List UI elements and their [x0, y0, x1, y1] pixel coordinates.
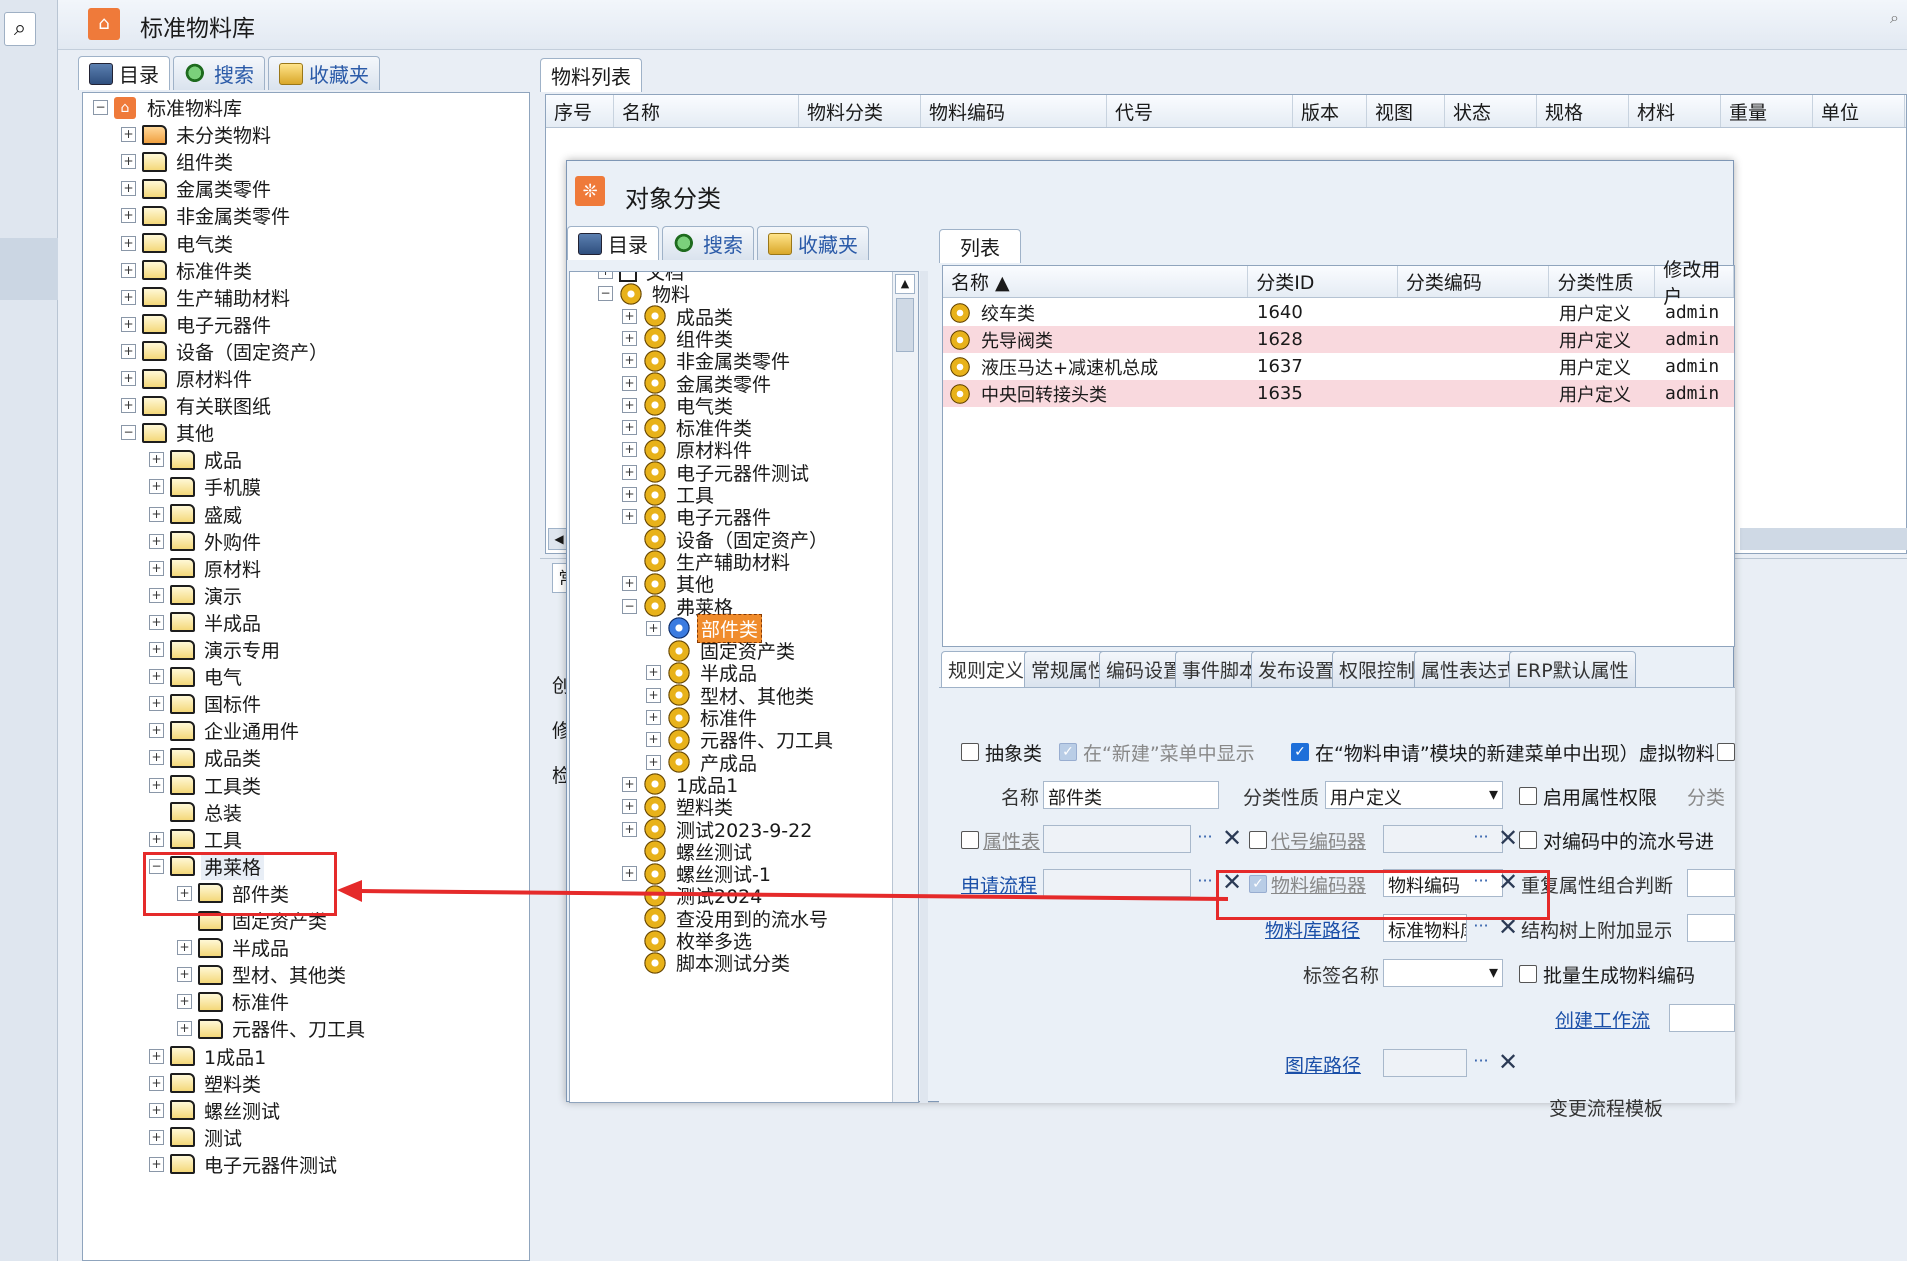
annotation-arrow: [337, 880, 1229, 902]
arrow-head: [337, 880, 362, 902]
arrow-line: [359, 889, 1229, 901]
